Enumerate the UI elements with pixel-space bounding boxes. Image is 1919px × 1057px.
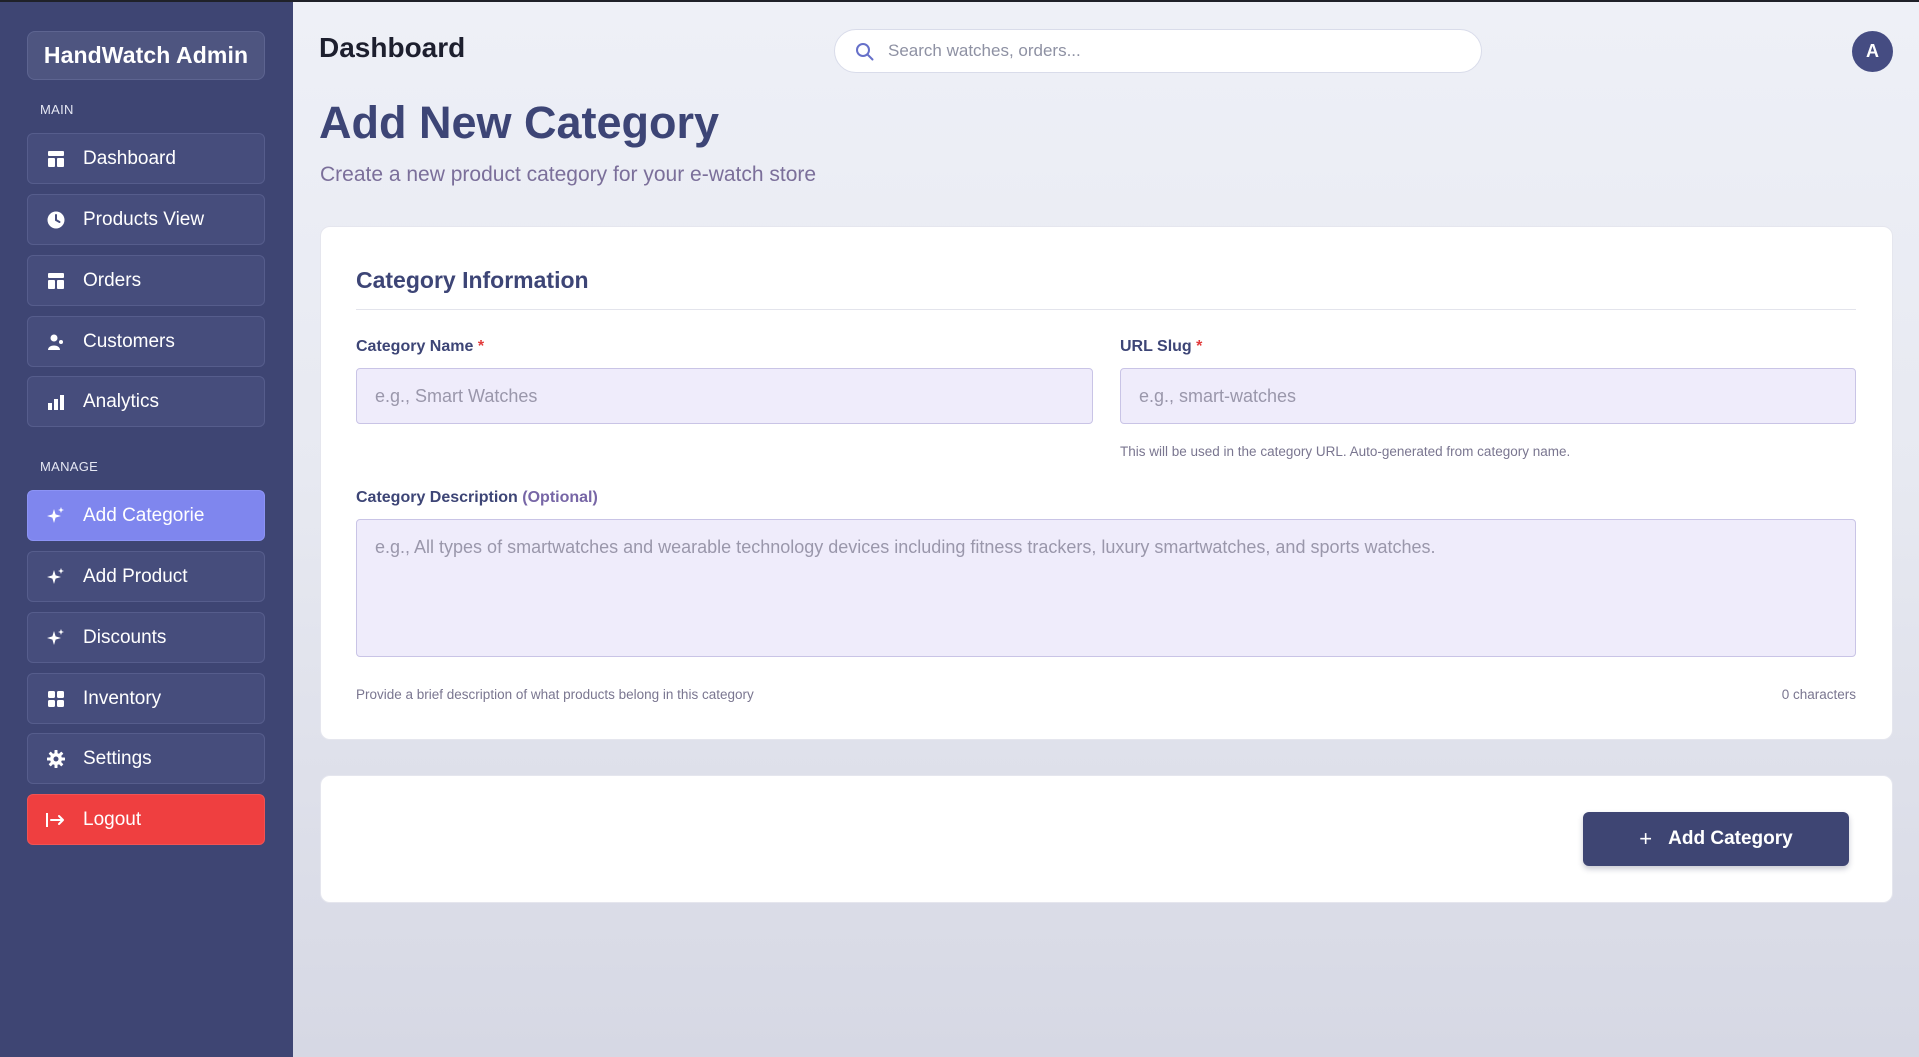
- search-icon: [855, 42, 874, 61]
- url-slug-help: This will be used in the category URL. A…: [1120, 444, 1571, 459]
- sparkle-icon: [46, 567, 66, 587]
- optional-mark: (Optional): [522, 489, 598, 506]
- logout-icon: [46, 810, 66, 830]
- sidebar-item-label: Customers: [83, 331, 175, 352]
- sidebar: HandWatch Admin MAIN Dashboard Products …: [0, 2, 293, 1057]
- sidebar-item-add-product[interactable]: Add Product: [27, 551, 265, 602]
- category-name-input[interactable]: [356, 368, 1093, 424]
- character-count: 0 characters: [1781, 687, 1856, 702]
- url-slug-label: URL Slug *: [1120, 338, 1202, 356]
- page-subtitle: Create a new product category for your e…: [320, 163, 817, 186]
- sidebar-item-label: Settings: [83, 748, 152, 769]
- clock-icon: [46, 210, 66, 230]
- category-name-label-text: Category Name: [356, 338, 474, 355]
- logout-button[interactable]: Logout: [27, 794, 265, 845]
- sidebar-item-customers[interactable]: Customers: [27, 316, 265, 367]
- sidebar-item-settings[interactable]: Settings: [27, 733, 265, 784]
- section-label-main: MAIN: [40, 102, 74, 117]
- sidebar-item-add-category[interactable]: Add Categorie: [27, 490, 265, 541]
- required-mark: *: [477, 338, 485, 355]
- category-description-textarea[interactable]: [356, 519, 1856, 657]
- sidebar-item-label: Add Product: [83, 566, 188, 587]
- category-info-card: Category Information Category Name * URL…: [320, 226, 1893, 740]
- sidebar-item-analytics[interactable]: Analytics: [27, 376, 265, 427]
- search-input[interactable]: [886, 40, 1450, 62]
- url-slug-input[interactable]: [1120, 368, 1856, 424]
- logout-label: Logout: [83, 809, 142, 830]
- grid-icon: [46, 689, 66, 709]
- sidebar-item-label: Orders: [83, 270, 142, 291]
- sidebar-item-label: Inventory: [83, 688, 162, 709]
- url-slug-label-text: URL Slug: [1120, 338, 1192, 355]
- sidebar-item-label: Products View: [83, 209, 205, 230]
- avatar[interactable]: A: [1852, 31, 1893, 72]
- sidebar-item-orders[interactable]: Orders: [27, 255, 265, 306]
- dashboard-icon: [46, 149, 66, 169]
- sidebar-item-label: Add Categorie: [83, 505, 205, 526]
- form-actions-card: + Add Category: [320, 775, 1893, 903]
- main-content: Dashboard A Add New Category Create a ne…: [293, 2, 1919, 1057]
- sidebar-item-label: Discounts: [83, 627, 167, 648]
- sidebar-item-products-view[interactable]: Products View: [27, 194, 265, 245]
- sidebar-item-label: Analytics: [83, 391, 160, 412]
- category-name-label: Category Name *: [356, 338, 484, 356]
- page-title: Add New Category: [319, 97, 720, 148]
- bar-chart-icon: [46, 392, 66, 412]
- required-mark: *: [1196, 338, 1203, 355]
- category-description-label: Category Description (Optional): [356, 489, 598, 507]
- sidebar-item-dashboard[interactable]: Dashboard: [27, 133, 265, 184]
- description-help: Provide a brief description of what prod…: [356, 687, 754, 702]
- add-category-button[interactable]: + Add Category: [1583, 812, 1849, 866]
- section-label-manage: MANAGE: [40, 459, 99, 474]
- sidebar-item-discounts[interactable]: Discounts: [27, 612, 265, 663]
- category-description-label-text: Category Description: [356, 489, 518, 506]
- user-icon: [46, 332, 66, 352]
- search-bar[interactable]: [834, 29, 1482, 73]
- section-divider: [356, 309, 1856, 310]
- section-title: Category Information: [356, 267, 589, 293]
- sparkle-icon: [46, 628, 66, 648]
- gear-icon: [46, 749, 66, 769]
- plus-icon: +: [1639, 826, 1653, 851]
- sidebar-item-inventory[interactable]: Inventory: [27, 673, 265, 724]
- dashboard-icon: [46, 271, 66, 291]
- header-title: Dashboard: [319, 32, 466, 63]
- sidebar-item-label: Dashboard: [83, 148, 176, 169]
- brand-logo[interactable]: HandWatch Admin: [27, 31, 265, 80]
- sparkle-icon: [46, 506, 66, 526]
- add-category-label: Add Category: [1668, 828, 1793, 849]
